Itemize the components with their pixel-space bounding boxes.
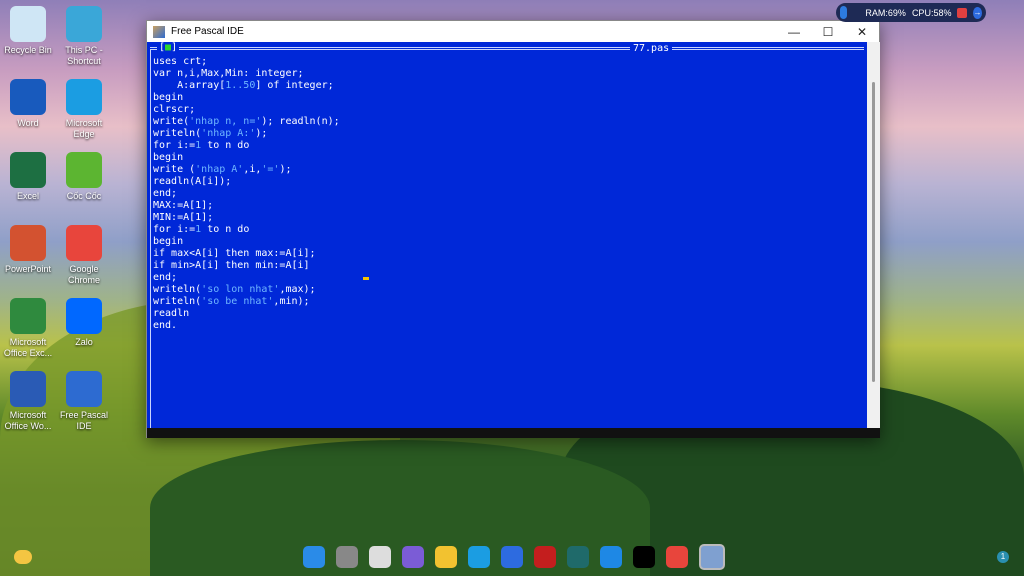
code-line[interactable]: readln xyxy=(153,308,340,320)
tiktok-taskbar-icon[interactable] xyxy=(633,546,655,568)
weather-icon[interactable] xyxy=(14,550,32,564)
desktop-icon[interactable]: Microsoft Office Exc... xyxy=(0,298,56,359)
desktop-icon-label: PowerPoint xyxy=(4,264,52,274)
desktop-icon-label: Excel xyxy=(16,191,39,201)
code-line[interactable]: end; xyxy=(153,272,340,284)
store-taskbar-icon[interactable] xyxy=(501,546,523,568)
code-line[interactable]: begin xyxy=(153,92,340,104)
desktop-icon-label: Microsoft Edge xyxy=(65,118,103,139)
code-line[interactable]: end. xyxy=(153,320,340,332)
desktop-icon[interactable]: Zalo xyxy=(56,298,112,348)
scrollbar-thumb[interactable] xyxy=(872,82,875,382)
desktop-icon[interactable]: Microsoft Edge xyxy=(56,79,112,140)
start-taskbar-icon[interactable] xyxy=(303,546,325,568)
code-line[interactable]: if max<A[i] then max:=A[i]; xyxy=(153,248,340,260)
desktop-icon-label: This PC - Shortcut xyxy=(65,45,103,66)
office-excel-icon xyxy=(10,298,46,334)
mouse-icon xyxy=(840,6,848,19)
file-name: 77.pas xyxy=(630,43,673,54)
office-word-icon xyxy=(10,371,46,407)
code-line[interactable]: readln(A[i]); xyxy=(153,176,340,188)
desktop-icon[interactable]: Excel xyxy=(0,152,56,202)
monitor-icon xyxy=(66,6,102,42)
desktop-icon-label: Free Pascal IDE xyxy=(59,410,109,431)
desktop-icon-label: Cốc Cốc xyxy=(66,191,102,201)
code-line[interactable]: writeln('nhap A:'); xyxy=(153,128,340,140)
desktop-icon[interactable]: Word xyxy=(0,79,56,129)
editor-pane[interactable]: [■] 77.pas uses crt; var n,i,Max,Min: int… xyxy=(147,42,867,428)
desktop-icon[interactable]: Google Chrome xyxy=(56,225,112,286)
code-line[interactable]: var n,i,Max,Min: integer; xyxy=(153,68,340,80)
code-line[interactable]: write('nhap n, n='); readln(n); xyxy=(153,116,340,128)
minimize-button[interactable]: — xyxy=(777,25,811,39)
file-explorer-taskbar-icon[interactable] xyxy=(435,546,457,568)
title-bar[interactable]: Free Pascal IDE — ☐ ✕ xyxy=(147,21,879,42)
zalo-icon xyxy=(66,298,102,334)
cpu-usage: CPU:58% xyxy=(911,7,952,18)
code-line[interactable]: if min>A[i] then min:=A[i] xyxy=(153,260,340,272)
meet-taskbar-icon[interactable] xyxy=(402,546,424,568)
close-button[interactable]: ✕ xyxy=(845,25,879,39)
ccleaner-taskbar-icon[interactable] xyxy=(600,546,622,568)
desktop-icon-label: Microsoft Office Exc... xyxy=(3,337,53,358)
desktop-icon-label: Recycle Bin xyxy=(4,45,52,55)
desktop-icon[interactable]: Recycle Bin xyxy=(0,6,56,56)
editor-close-box[interactable]: [■] xyxy=(157,42,180,53)
desktop-icon-label: Zalo xyxy=(75,337,93,347)
fpc-app-icon xyxy=(153,25,165,38)
word-icon xyxy=(10,79,46,115)
app-download-taskbar-icon[interactable] xyxy=(567,546,589,568)
desktop-icon[interactable]: PowerPoint xyxy=(0,225,56,275)
desktop-icon-label: Google Chrome xyxy=(67,264,100,285)
edge-icon xyxy=(66,79,102,115)
task-view-taskbar-icon[interactable] xyxy=(369,546,391,568)
recycle-bin-icon xyxy=(10,6,46,42)
code-line[interactable]: writeln('so be nhat',min); xyxy=(153,296,340,308)
free-pascal-taskbar-icon[interactable] xyxy=(699,544,725,570)
coccoc-icon xyxy=(66,152,102,188)
desktop-icon[interactable]: Free Pascal IDE xyxy=(56,371,112,432)
search-taskbar-icon[interactable] xyxy=(336,546,358,568)
code-line[interactable]: for i:=1 to n do xyxy=(153,140,340,152)
record-icon[interactable] xyxy=(957,7,968,18)
desktop-icon[interactable]: This PC - Shortcut xyxy=(56,6,112,67)
window-title: Free Pascal IDE xyxy=(171,26,244,37)
code-line[interactable]: end; xyxy=(153,188,340,200)
code-line[interactable]: begin xyxy=(153,236,340,248)
maximize-button[interactable]: ☐ xyxy=(811,25,845,39)
free-pascal-window[interactable]: Free Pascal IDE — ☐ ✕ [■] 77.pas uses cr… xyxy=(146,20,880,438)
edge-taskbar-icon[interactable] xyxy=(468,546,490,568)
code-line[interactable]: clrscr; xyxy=(153,104,340,116)
powerpoint-icon xyxy=(10,225,46,261)
code-line[interactable]: uses crt; xyxy=(153,56,340,68)
code-line[interactable]: write ('nhap A',i,'='); xyxy=(153,164,340,176)
text-cursor xyxy=(363,277,369,280)
code-line[interactable]: begin xyxy=(153,152,340,164)
chrome-taskbar-icon[interactable] xyxy=(666,546,688,568)
vertical-scrollbar[interactable] xyxy=(867,42,880,428)
notification-badge[interactable]: 1 xyxy=(997,551,1009,563)
status-strip xyxy=(147,428,880,438)
desktop-icon[interactable]: Microsoft Office Wo... xyxy=(0,371,56,432)
code-text[interactable]: uses crt; var n,i,Max,Min: integer; A:arr… xyxy=(153,56,340,332)
desktop-icon-label: Word xyxy=(17,118,39,128)
app-red-taskbar-icon[interactable] xyxy=(534,546,556,568)
code-line[interactable]: MIN:=A[1]; xyxy=(153,212,340,224)
fpc-icon xyxy=(66,371,102,407)
desktop-icon-label: Microsoft Office Wo... xyxy=(4,410,52,431)
chrome-icon xyxy=(66,225,102,261)
code-line[interactable]: writeln('so lon nhat',max); xyxy=(153,284,340,296)
code-line[interactable]: for i:=1 to n do xyxy=(153,224,340,236)
code-line[interactable]: MAX:=A[1]; xyxy=(153,200,340,212)
code-line[interactable]: A:array[1..50] of integer; xyxy=(153,80,340,92)
system-monitor-widget[interactable]: RAM:69% CPU:58% → xyxy=(836,3,986,22)
excel-icon xyxy=(10,152,46,188)
editor-frame xyxy=(150,47,864,50)
ram-usage: RAM:69% xyxy=(865,7,906,18)
desktop-icon[interactable]: Cốc Cốc xyxy=(56,152,112,202)
arrow-right-icon[interactable]: → xyxy=(973,6,982,19)
